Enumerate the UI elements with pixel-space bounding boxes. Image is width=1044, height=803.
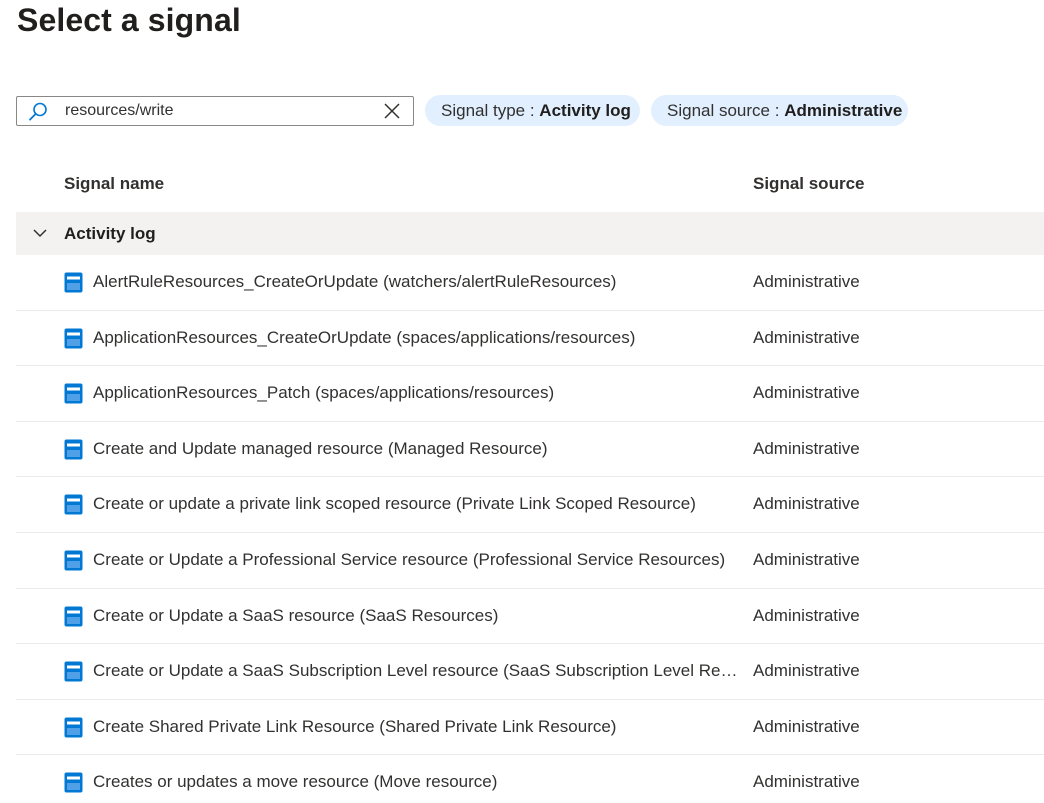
activity-log-signal-icon [64, 550, 83, 571]
signal-type-filter-pill[interactable]: Signal type : Activity log [425, 95, 640, 126]
signal-row[interactable]: Create and Update managed resource (Mana… [16, 422, 1044, 478]
signal-source: Administrative [753, 327, 860, 347]
search-box[interactable] [16, 96, 414, 126]
activity-log-signal-icon [64, 494, 83, 515]
signal-name: Create or Update a Professional Service … [93, 550, 726, 569]
signal-row[interactable]: Creates or updates a move resource (Move… [16, 755, 1044, 803]
signal-row[interactable]: ApplicationResources_Patch (spaces/appli… [16, 366, 1044, 422]
signal-row[interactable]: ApplicationResources_CreateOrUpdate (spa… [16, 311, 1044, 367]
signal-source: Administrative [753, 550, 860, 569]
signal-name: Create or update a private link scoped r… [93, 494, 696, 514]
signal-row[interactable]: Create or Update a SaaS resource (SaaS R… [16, 589, 1044, 645]
activity-log-signal-icon [64, 439, 83, 460]
chevron-down-icon[interactable] [33, 227, 47, 239]
signal-source: Administrative [753, 605, 860, 625]
signal-source: Administrative [753, 772, 860, 792]
signal-source: Administrative [753, 383, 860, 403]
activity-log-signal-icon [64, 606, 83, 627]
group-header-activity-log[interactable]: Activity log [16, 212, 1044, 255]
activity-log-signal-icon [64, 383, 83, 404]
signal-name: Create and Update managed resource (Mana… [93, 438, 548, 458]
activity-log-signal-icon [64, 661, 83, 682]
signal-name: Creates or updates a move resource (Move… [93, 772, 498, 792]
signal-source: Administrative [753, 438, 860, 458]
signal-row[interactable]: Create Shared Private Link Resource (Sha… [16, 700, 1044, 756]
signal-row[interactable]: AlertRuleResources_CreateOrUpdate (watch… [16, 255, 1044, 311]
signal-name: Create or Update a SaaS Subscription Lev… [93, 661, 741, 681]
column-header-signal-name[interactable]: Signal name [64, 174, 164, 194]
page-title: Select a signal [17, 2, 241, 38]
filter-separator: : [770, 101, 785, 120]
group-label: Activity log [64, 224, 156, 243]
filter-value: Administrative [784, 101, 903, 120]
search-icon [29, 102, 47, 121]
signal-source: Administrative [753, 494, 860, 514]
filter-separator: : [525, 101, 540, 120]
activity-log-signal-icon [64, 717, 83, 738]
signal-name: Create Shared Private Link Resource (Sha… [93, 716, 617, 736]
signal-source: Administrative [753, 661, 860, 681]
signal-source: Administrative [753, 716, 860, 736]
filter-label: Signal type [441, 101, 526, 120]
activity-log-signal-icon [64, 272, 83, 293]
close-icon[interactable] [383, 102, 401, 120]
signal-name: AlertRuleResources_CreateOrUpdate (watch… [93, 272, 617, 291]
signal-source-filter-pill[interactable]: Signal source : Administrative [651, 95, 908, 126]
signal-source: Administrative [753, 272, 860, 291]
column-header-signal-source[interactable]: Signal source [753, 174, 864, 194]
filter-value: Activity log [539, 101, 631, 120]
signal-row[interactable]: Create or Update a Professional Service … [16, 533, 1044, 589]
filter-label: Signal source [667, 101, 771, 120]
signal-row[interactable]: Create or Update a SaaS Subscription Lev… [16, 644, 1044, 700]
signal-name: ApplicationResources_CreateOrUpdate (spa… [93, 327, 636, 347]
signal-row[interactable]: Create or update a private link scoped r… [16, 477, 1044, 533]
signal-name: Create or Update a SaaS resource (SaaS R… [93, 605, 499, 625]
signal-name: ApplicationResources_Patch (spaces/appli… [93, 383, 555, 403]
activity-log-signal-icon [64, 772, 83, 793]
search-input[interactable] [65, 99, 375, 123]
activity-log-signal-icon [64, 328, 83, 349]
